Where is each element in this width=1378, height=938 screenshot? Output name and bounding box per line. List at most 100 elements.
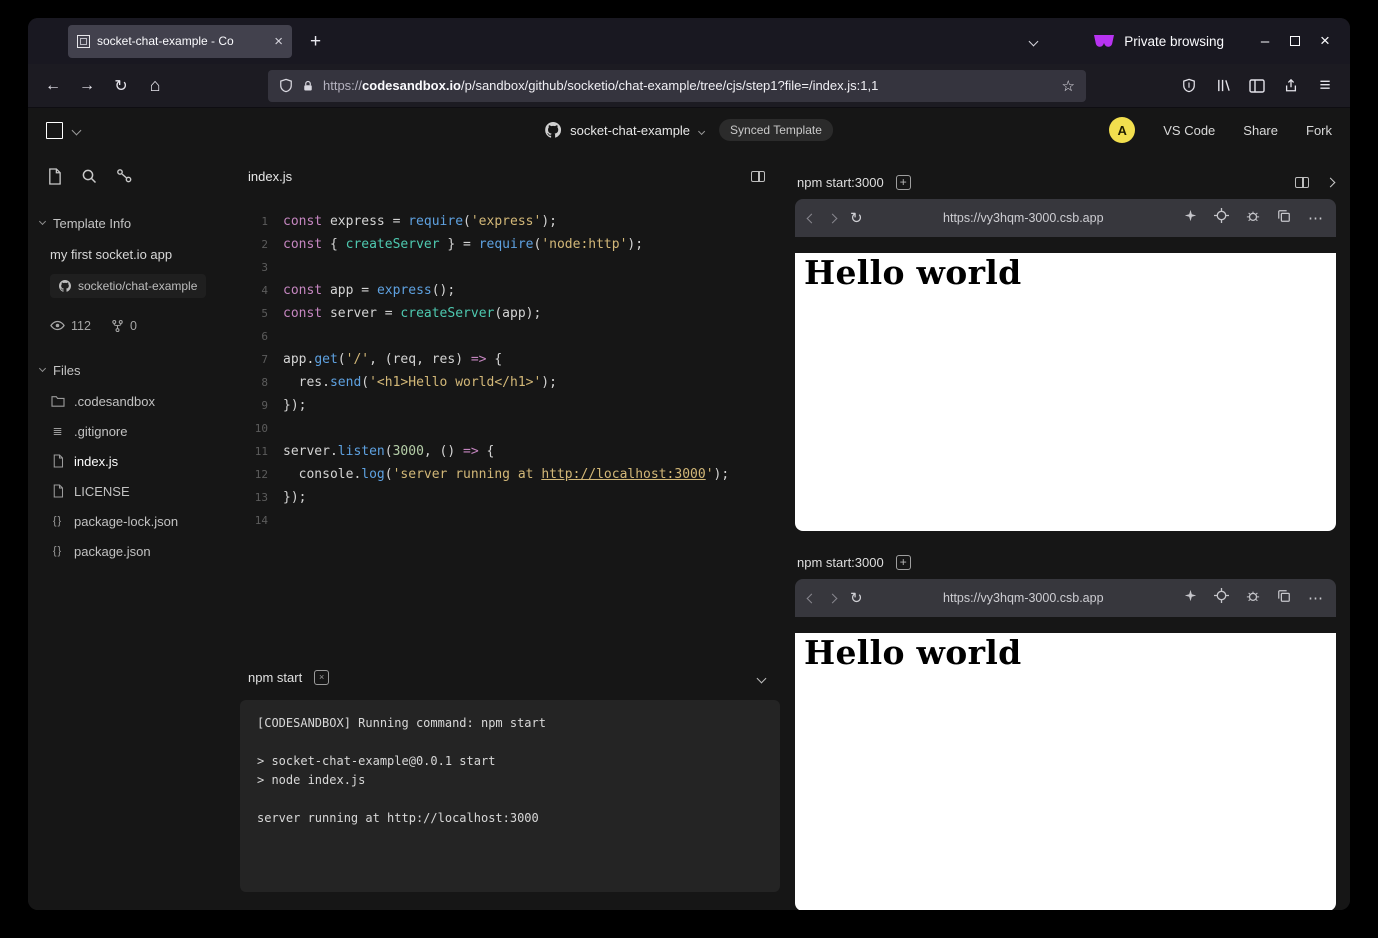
code-line[interactable]: 7app.get('/', (req, res) => { <box>240 348 780 371</box>
code-line[interactable]: 10 <box>240 417 780 440</box>
terminal-output[interactable]: [CODESANDBOX] Running command: npm start… <box>240 700 780 892</box>
template-info-header[interactable]: Template Info <box>28 216 240 231</box>
code-line[interactable]: 5const server = createServer(app); <box>240 302 780 325</box>
tab-list-chevron-icon[interactable] <box>1030 32 1037 50</box>
code-text <box>268 509 283 532</box>
preview-content[interactable]: Hello world <box>795 253 1336 531</box>
project-chevron-icon[interactable] <box>699 121 704 139</box>
project-name[interactable]: socket-chat-example <box>570 123 690 138</box>
preview-url[interactable]: https://vy3hqm-3000.csb.app <box>877 211 1170 225</box>
menu-icon[interactable]: ≡ <box>1308 70 1342 102</box>
reload-button[interactable]: ↻ <box>104 70 138 102</box>
library-icon[interactable] <box>1206 70 1240 102</box>
preview-back-icon[interactable] <box>808 215 815 222</box>
file-item-LICENSE[interactable]: LICENSE <box>28 476 240 506</box>
fork-button[interactable]: Fork <box>1306 123 1332 138</box>
permissions-shield-icon[interactable] <box>1172 70 1206 102</box>
duplicate-icon[interactable] <box>1277 209 1291 228</box>
search-icon[interactable] <box>79 166 99 186</box>
preview-forward-icon[interactable] <box>829 215 836 222</box>
code-line[interactable]: 12 console.log('server running at http:/… <box>240 463 780 486</box>
synced-template-badge[interactable]: Synced Template <box>719 119 833 141</box>
more-icon[interactable]: ⋯ <box>1308 211 1323 226</box>
preview-url[interactable]: https://vy3hqm-3000.csb.app <box>877 591 1170 605</box>
maximize-button[interactable] <box>1280 26 1310 56</box>
devtools-bug-icon[interactable] <box>1246 209 1260 228</box>
file-item-package-lock.json[interactable]: {}package-lock.json <box>28 506 240 536</box>
bookmark-star-icon[interactable]: ☆ <box>1062 77 1075 95</box>
avatar[interactable]: A <box>1109 117 1135 143</box>
workspace-logo-icon[interactable] <box>46 122 63 139</box>
close-window-button[interactable]: × <box>1310 26 1340 56</box>
target-icon[interactable] <box>1214 588 1229 608</box>
file-item-.gitignore[interactable]: ≣.gitignore <box>28 416 240 446</box>
code-line[interactable]: 14 <box>240 509 780 532</box>
sidebar: Template Info my first socket.io app soc… <box>28 152 240 910</box>
plugins-icon[interactable] <box>114 166 134 186</box>
forward-button[interactable]: → <box>70 70 104 102</box>
code-line[interactable]: 9}); <box>240 394 780 417</box>
tracking-shield-icon[interactable] <box>279 78 293 93</box>
browser-tab[interactable]: socket-chat-example - Co × <box>68 25 292 58</box>
file-explorer-icon[interactable] <box>44 166 64 186</box>
tab-strip: socket-chat-example - Co × + Private bro… <box>28 18 1350 64</box>
workspace-chevron-icon[interactable] <box>73 121 80 139</box>
home-button[interactable]: ⌂ <box>138 70 172 102</box>
preview-reload-icon[interactable]: ↻ <box>850 589 863 607</box>
inspect-sparkle-icon[interactable] <box>1184 209 1197 227</box>
code-line[interactable]: 1const express = require('express'); <box>240 210 780 233</box>
vscode-button[interactable]: VS Code <box>1163 123 1215 138</box>
new-tab-button[interactable]: + <box>304 31 327 52</box>
chevron-right-icon[interactable] <box>1326 177 1336 187</box>
back-button[interactable]: ← <box>36 70 70 102</box>
more-icon[interactable]: ⋯ <box>1308 591 1323 606</box>
code-text <box>268 325 283 348</box>
terminal-header[interactable]: npm start × <box>240 662 780 692</box>
preview-tab[interactable]: npm start:3000 <box>797 175 884 190</box>
braces-icon: {} <box>50 515 65 527</box>
preview-content[interactable]: Hello world <box>795 633 1336 910</box>
split-preview-icon[interactable] <box>1295 177 1309 188</box>
forks-stat: 0 <box>111 318 137 333</box>
file-item-index.js[interactable]: index.js <box>28 446 240 476</box>
lock-icon[interactable] <box>302 79 314 93</box>
code-line[interactable]: 4const app = express(); <box>240 279 780 302</box>
minimize-button[interactable]: – <box>1250 26 1280 56</box>
code-line[interactable]: 11server.listen(3000, () => { <box>240 440 780 463</box>
code-line[interactable]: 6 <box>240 325 780 348</box>
file-item-package.json[interactable]: {}package.json <box>28 536 240 566</box>
code-line[interactable]: 2const { createServer } = require('node:… <box>240 233 780 256</box>
chevron-down-icon <box>39 218 46 225</box>
duplicate-icon[interactable] <box>1277 589 1291 608</box>
add-preview-icon[interactable]: + <box>896 555 911 570</box>
task-icon[interactable]: × <box>314 670 329 685</box>
devtools-bug-icon[interactable] <box>1246 589 1260 608</box>
preview-reload-icon[interactable]: ↻ <box>850 209 863 227</box>
preview-column: npm start:3000 + ↻ https://vy3hqm-3000. <box>780 152 1350 910</box>
target-icon[interactable] <box>1214 208 1229 228</box>
code-line[interactable]: 13}); <box>240 486 780 509</box>
preview-forward-icon[interactable] <box>829 595 836 602</box>
code-line[interactable]: 8 res.send('<h1>Hello world</h1>'); <box>240 371 780 394</box>
preview-back-icon[interactable] <box>808 595 815 602</box>
split-editor-icon[interactable] <box>751 171 765 182</box>
file-item-.codesandbox[interactable]: .codesandbox <box>28 386 240 416</box>
url-bar[interactable]: https://codesandbox.io/p/sandbox/github/… <box>268 70 1086 102</box>
sidebar-toggle-icon[interactable] <box>1240 70 1274 102</box>
preview-tab[interactable]: npm start:3000 <box>797 555 884 570</box>
inspect-sparkle-icon[interactable] <box>1184 589 1197 607</box>
files-header[interactable]: Files <box>28 363 240 378</box>
share-export-icon[interactable] <box>1274 70 1308 102</box>
tab-close-icon[interactable]: × <box>274 33 283 50</box>
preview-toolbar: ↻ https://vy3hqm-3000.csb.app ⋯ <box>795 199 1336 237</box>
tab-title: socket-chat-example - Co <box>97 34 267 48</box>
terminal-collapse-icon[interactable] <box>758 670 765 685</box>
code-line[interactable]: 3 <box>240 256 780 279</box>
codesandbox-favicon-icon <box>77 35 90 48</box>
add-preview-icon[interactable]: + <box>896 175 911 190</box>
repo-name: socketio/chat-example <box>78 279 197 293</box>
editor-tab-indexjs[interactable]: index.js <box>248 169 292 184</box>
repo-link[interactable]: socketio/chat-example <box>50 274 206 298</box>
template-info-label: Template Info <box>53 216 131 231</box>
share-button[interactable]: Share <box>1243 123 1278 138</box>
